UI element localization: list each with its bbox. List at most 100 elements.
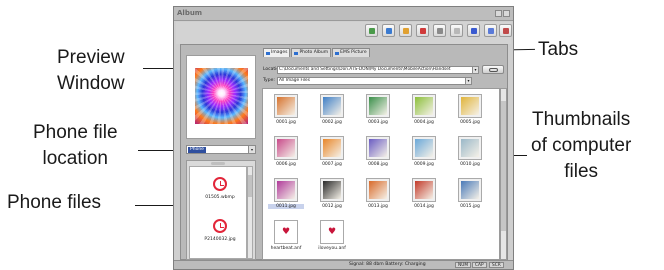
- thumbnail-picture: [461, 139, 479, 157]
- folder-icon: [335, 51, 340, 55]
- scrollbar-thumb[interactable]: [501, 101, 506, 231]
- export-button[interactable]: [382, 24, 395, 37]
- thumbnail-filename: 0010.jpg: [460, 162, 480, 167]
- thumbnail-item[interactable]: 0002.jpg: [314, 94, 350, 125]
- thumbnail-image: [320, 178, 344, 202]
- thumbnail-picture: [369, 139, 387, 157]
- callout-tabs: Tabs: [538, 39, 578, 61]
- import-button[interactable]: [365, 24, 378, 37]
- type-select[interactable]: All Image Files ▾: [277, 76, 472, 85]
- tab-label: Photo Album: [299, 50, 329, 55]
- scroll-lock-indicator: SCR: [489, 262, 504, 268]
- rotate-left-icon: [454, 28, 460, 34]
- thumbnail-image: [274, 178, 298, 202]
- minimize-button[interactable]: [495, 10, 502, 17]
- thumbnail-item[interactable]: ♥ heartbeat.anf: [268, 220, 304, 251]
- phone-file-item[interactable]: P2140032.jpg: [194, 219, 246, 242]
- thumbnail-image: [458, 178, 482, 202]
- close-button[interactable]: [503, 10, 510, 17]
- thumbnail-picture: [277, 181, 295, 199]
- tab-images[interactable]: Images: [263, 48, 291, 57]
- thumbnail-picture: [369, 181, 387, 199]
- thumbnail-item[interactable]: 0015.jpg: [452, 178, 488, 209]
- thumbnail-image: [320, 136, 344, 160]
- location-row: Location: C:\Documents and Settings\Don.…: [263, 65, 479, 74]
- preview-image: [195, 68, 248, 124]
- browse-button[interactable]: [482, 65, 504, 74]
- thumbnail-filename: 0004.jpg: [414, 120, 434, 125]
- thumbnail-item[interactable]: 0012.jpg: [314, 178, 350, 209]
- thumbnail-filename: 0006.jpg: [276, 162, 296, 167]
- thumbnail-filename: 0015.jpg: [460, 204, 480, 209]
- callout-text: Thumbnails: [532, 109, 631, 130]
- info-button[interactable]: [484, 24, 497, 37]
- edit-icon: [403, 28, 409, 34]
- phone-location-select[interactable]: Phone ▾: [186, 145, 256, 154]
- thumbnail-filename: 0014.jpg: [414, 204, 434, 209]
- thumbnail-item[interactable]: 0009.jpg: [406, 136, 442, 167]
- thumbnail-image: [366, 178, 390, 202]
- thumbnail-image: [366, 136, 390, 160]
- thumbnail-filename: 0009.jpg: [414, 162, 434, 167]
- thumbnail-item[interactable]: 0003.jpg: [360, 94, 396, 125]
- rotate-left-button[interactable]: [450, 24, 463, 37]
- callout-text: Window: [57, 73, 125, 94]
- thumbnail-image: [320, 94, 344, 118]
- main-content: Phone ▾ 01505.wbmp P2140032.jpg Images P…: [180, 44, 508, 260]
- thumbnail-item[interactable]: 0014.jpg: [406, 178, 442, 209]
- thumbnail-item[interactable]: 0001.jpg: [268, 94, 304, 125]
- print-button[interactable]: [499, 24, 512, 37]
- num-lock-indicator: NUM: [455, 262, 472, 268]
- animation-heart-icon: ♥: [281, 227, 291, 237]
- thumbnail-item[interactable]: 0011.jpg: [268, 178, 304, 209]
- chevron-down-icon[interactable]: ▾: [248, 146, 255, 153]
- thumbnail-image: [458, 136, 482, 160]
- location-field[interactable]: C:\Documents and Settings\Don.ATS-DON\My…: [277, 65, 479, 74]
- tab-photo-album[interactable]: Photo Album: [291, 48, 332, 57]
- thumbnail-image: [366, 94, 390, 118]
- thumbnail-picture: [323, 181, 341, 199]
- scrollbar-thumb[interactable]: [248, 175, 252, 197]
- thumbnail-image: [274, 136, 298, 160]
- phone-files-scrollbar[interactable]: [247, 166, 253, 259]
- callout-text: files: [564, 161, 599, 182]
- thumbnail-item[interactable]: 0005.jpg: [452, 94, 488, 125]
- thumbnail-image: ♥: [320, 220, 344, 244]
- thumbnail-scrollbar[interactable]: [500, 88, 507, 260]
- thumbnail-filename: 0003.jpg: [368, 120, 388, 125]
- thumbnail-item[interactable]: ♥ iloveyou.anf: [314, 220, 350, 251]
- toolbar: [176, 22, 512, 44]
- thumbnail-item[interactable]: 0007.jpg: [314, 136, 350, 167]
- thumbnail-item[interactable]: 0004.jpg: [406, 94, 442, 125]
- thumbnail-image: [412, 178, 436, 202]
- folder-icon: [266, 51, 270, 55]
- edit-button[interactable]: [399, 24, 412, 37]
- location-value: C:\Documents and Settings\Don.ATS-DON\My…: [279, 66, 451, 72]
- thumbnail-item[interactable]: 0006.jpg: [268, 136, 304, 167]
- animation-heart-icon: ♥: [327, 227, 337, 237]
- thumbnail-item[interactable]: 0008.jpg: [360, 136, 396, 167]
- panel-grip[interactable]: [211, 162, 225, 165]
- delete-button[interactable]: [416, 24, 429, 37]
- callout-text: location: [42, 148, 109, 169]
- tab-label: Images: [271, 50, 288, 55]
- callout-text: Tabs: [538, 39, 579, 60]
- rotate-right-button[interactable]: [467, 24, 480, 37]
- callout-preview-window: Preview Window: [57, 47, 125, 95]
- import-icon: [369, 28, 375, 34]
- slideshow-button[interactable]: [433, 24, 446, 37]
- export-icon: [386, 28, 392, 34]
- tab-ems-picture[interactable]: EMS Picture: [332, 48, 370, 57]
- album-window: Album Phone ▾ 01505.wbmp P2140032.jpg Im…: [173, 6, 514, 270]
- type-label: Type:: [263, 78, 275, 83]
- phone-file-item[interactable]: 01505.wbmp: [194, 177, 246, 200]
- chevron-down-icon[interactable]: ▾: [472, 66, 478, 73]
- thumbnail-item[interactable]: 0013.jpg: [360, 178, 396, 209]
- chevron-down-icon[interactable]: ▾: [465, 77, 471, 84]
- thumbnail-filename: 0011.jpg: [268, 204, 304, 209]
- title-bar: Album: [174, 7, 513, 21]
- thumbnail-filename: 0012.jpg: [322, 204, 342, 209]
- status-bar: Signal: 88 dbm Battery: Charging NUM CAP…: [174, 260, 513, 269]
- thumbnail-item[interactable]: 0010.jpg: [452, 136, 488, 167]
- alarm-clock-icon: [213, 219, 227, 233]
